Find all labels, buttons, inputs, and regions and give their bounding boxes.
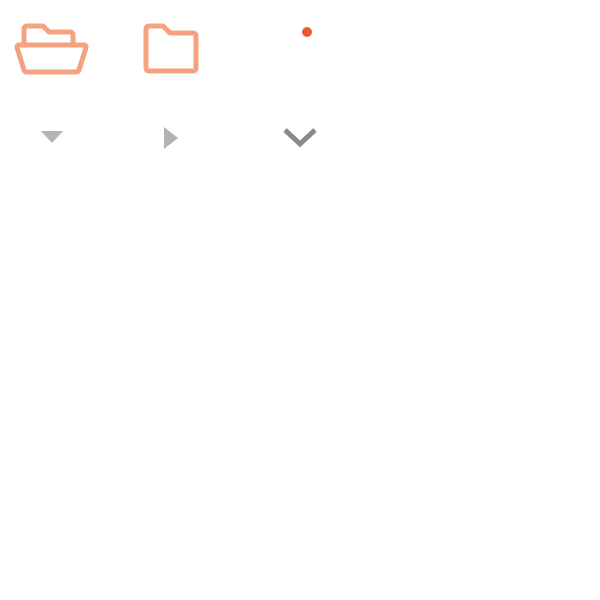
icon-canvas: [0, 0, 600, 600]
folder-icon[interactable]: [140, 21, 204, 79]
caret-down-icon[interactable]: [38, 128, 66, 146]
folder-open-icon[interactable]: [14, 21, 90, 79]
notification-dot: [302, 27, 312, 37]
chevron-down-icon[interactable]: [280, 124, 320, 152]
caret-right-icon[interactable]: [160, 124, 182, 152]
